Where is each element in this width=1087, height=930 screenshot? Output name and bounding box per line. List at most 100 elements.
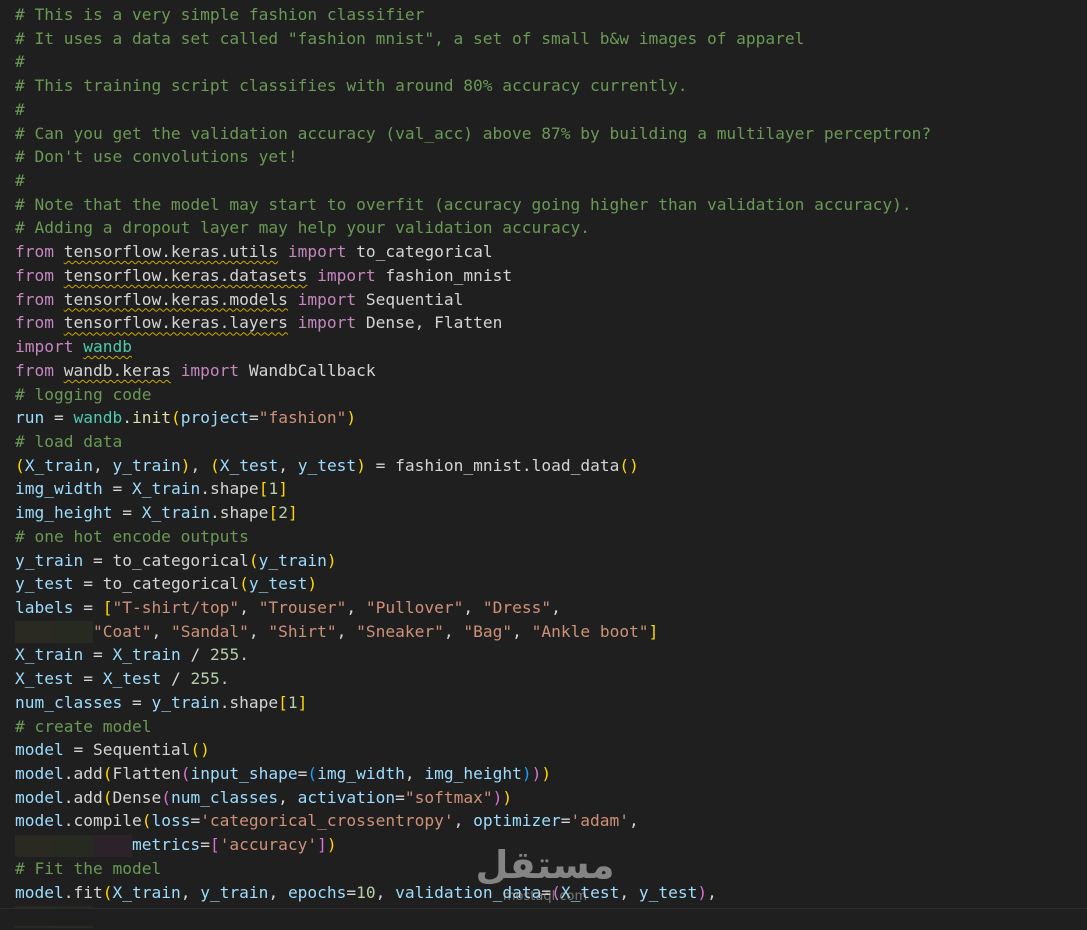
code-token: Flatten (112, 764, 181, 784)
code-token: = (297, 764, 308, 784)
code-token: , (629, 811, 639, 831)
code-token: from (15, 360, 54, 380)
code-token: = fashion_mnist.load_data (365, 455, 620, 475)
code-token: , (190, 455, 210, 475)
code-token: wandb (83, 337, 132, 357)
code-token: ) (180, 455, 191, 475)
code-token: Sequential (356, 289, 464, 309)
code-line: (X_train, y_train), (X_test, y_test) = f… (15, 454, 639, 478)
code-token: tensorflow.keras.datasets (63, 265, 308, 285)
code-line: from tensorflow.keras.datasets import fa… (15, 264, 512, 288)
code-token: "Trouser" (258, 598, 347, 617)
code-token: , (707, 882, 717, 902)
code-token: ] (287, 503, 298, 523)
code-token: # load data (15, 431, 123, 451)
code-token: . (122, 408, 132, 428)
code-token: # logging code (15, 384, 152, 404)
code-token: y_test (248, 574, 308, 594)
code-token: , (336, 621, 357, 641)
code-token: ) (356, 455, 366, 475)
code-line: model.add(Flatten(input_shape=(img_width… (15, 762, 551, 786)
code-token: "fashion" (258, 408, 347, 428)
code-token: ( (102, 787, 113, 807)
code-token: y_train (112, 455, 181, 475)
code-token: ) (531, 764, 542, 784)
code-token: # It uses a data set called "fashion mni… (15, 28, 805, 48)
code-line: # one hot encode outputs (15, 525, 249, 549)
code-token: ( (239, 574, 249, 594)
code-line: # Note that the model may start to overf… (15, 193, 912, 217)
code-line: # (15, 169, 25, 193)
code-token: from (15, 265, 54, 285)
code-token: () (190, 740, 210, 760)
code-token: X_train (112, 645, 181, 665)
code-line: from tensorflow.keras.layers import Dens… (15, 311, 502, 335)
code-token: wandb (73, 408, 123, 428)
code-token: import (317, 265, 376, 285)
code-token: 'adam' (570, 811, 630, 831)
code-token: y_test (297, 455, 357, 475)
code-line: # logging code (15, 383, 151, 407)
code-token: .shape (200, 479, 259, 499)
code-token: = (346, 882, 357, 902)
code-token: .add (63, 764, 103, 784)
code-token: "Coat" (92, 621, 152, 641)
code-token: img_height (15, 503, 113, 523)
code-token: # Don't use convolutions yet! (15, 147, 298, 167)
code-line: model.add(Dense(num_classes, activation=… (15, 786, 512, 810)
code-token: X_train (141, 503, 210, 523)
code-token: tensorflow.keras.utils (63, 242, 279, 262)
code-token: = to_categorical (83, 550, 249, 570)
code-token: "Pullover" (365, 598, 464, 617)
code-token: ( (180, 764, 191, 784)
code-line: labels = ["T-shirt/top", "Trouser", "Pul… (15, 596, 561, 620)
code-line: model = Sequential() (15, 738, 210, 762)
indent-guide (15, 834, 54, 857)
code-line: img_width = X_train.shape[1] (15, 477, 288, 501)
code-token: "Ankle boot" (531, 621, 649, 641)
code-token: , (551, 598, 561, 617)
code-token: tensorflow.keras.models (63, 289, 288, 309)
code-token: # Adding a dropout layer may help your v… (15, 218, 590, 238)
code-token: ( (209, 455, 220, 475)
code-token: input_shape (190, 764, 298, 784)
code-token: y_train (15, 550, 84, 570)
code-line: from wandb.keras import WandbCallback (15, 359, 376, 383)
code-token: / (180, 645, 210, 665)
code-token: , (239, 598, 259, 617)
code-token: # Fit the model (15, 858, 162, 878)
code-token: ( (170, 408, 181, 428)
code-token: 10 (356, 882, 376, 902)
code-token: fashion_mnist (375, 265, 513, 285)
code-token: # (15, 171, 25, 191)
code-token: , (268, 882, 288, 902)
code-token: , (375, 882, 396, 902)
code-token: 'categorical_crossentropy' (200, 811, 454, 831)
code-token: ] (278, 479, 288, 499)
code-token: = Sequential (63, 740, 191, 760)
code-token: = (248, 408, 259, 428)
code-token: # This training script classifies with a… (15, 76, 688, 96)
horizontal-scrollbar[interactable] (0, 908, 1087, 926)
code-line: # (15, 98, 25, 122)
code-token: ] (317, 835, 327, 855)
code-token: from (15, 242, 54, 262)
code-token: X_test (102, 669, 162, 689)
code-token: = (190, 811, 201, 831)
code-line: img_height = X_train.shape[2] (15, 501, 298, 525)
code-token: = (200, 835, 210, 855)
code-token: model (15, 764, 64, 784)
code-token: X_train (15, 645, 84, 665)
code-token: import (15, 337, 74, 357)
code-token: import (180, 360, 240, 380)
code-token: X_train (112, 882, 181, 902)
code-token: = (541, 882, 552, 902)
code-editor[interactable]: # This is a very simple fashion classifi… (0, 0, 1087, 928)
code-token: "T-shirt/top" (112, 598, 240, 617)
code-token: 'accuracy' (219, 835, 318, 855)
code-token: model (15, 787, 64, 807)
code-token: X_test (560, 882, 620, 902)
